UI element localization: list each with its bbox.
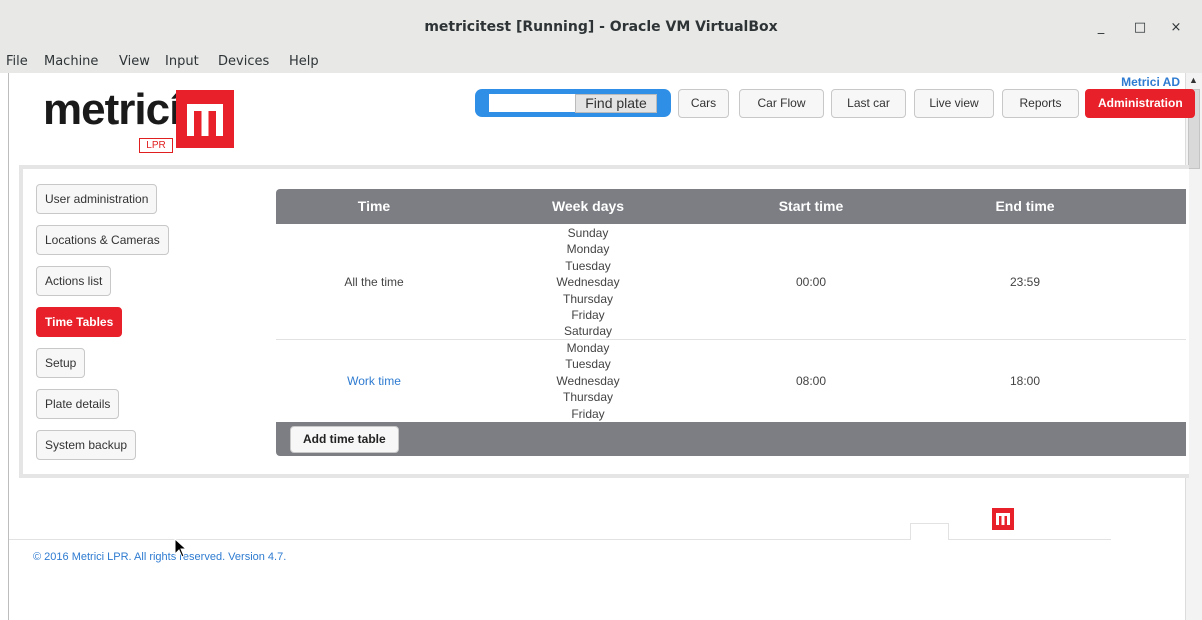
menu-input[interactable]: Input [165,54,199,69]
start-time: 00:00 [795,275,827,289]
sidebar-system-backup[interactable]: System backup [36,430,137,460]
end-time: 18:00 [1009,374,1041,388]
week-days-cell: Sunday Monday Tuesday Wednesday Thursday… [472,225,704,340]
week-day: Friday [571,308,605,323]
window-title: metricitest [Running] - Oracle VM Virtua… [424,19,778,35]
start-time-cell: 00:00 [704,224,918,340]
menu-view[interactable]: View [119,54,150,69]
table-row: Work time Monday Tuesday Wednesday Thurs… [276,340,1186,422]
sidebar-actions-list[interactable]: Actions list [36,266,112,296]
sidebar-user-administration[interactable]: User administration [36,184,158,214]
nav-live-view[interactable]: Live view [914,89,994,118]
footer-logo-icon [986,503,1022,535]
menu-help[interactable]: Help [289,54,319,69]
start-time: 08:00 [795,374,827,388]
user-label[interactable]: Metrici AD [1121,75,1180,89]
close-button[interactable]: × [1166,20,1186,35]
nav-cars[interactable]: Cars [678,89,729,118]
menu-machine[interactable]: Machine [44,54,98,69]
time-name-link[interactable]: Work time [347,374,401,388]
sidebar-plate-details[interactable]: Plate details [36,389,120,419]
sidebar-setup[interactable]: Setup [36,348,86,378]
vm-viewport: Metrici AD ▲ metricí LPR Find plate Cars… [8,73,1202,620]
sidebar-time-tables[interactable]: Time Tables [36,307,123,337]
time-name-cell: Work time [276,340,472,422]
week-days-cell: Monday Tuesday Wednesday Thursday Friday [472,340,704,422]
week-day: Thursday [562,390,614,405]
end-time-cell: 18:00 [918,340,1132,422]
logo-subtext: LPR [139,138,173,153]
logo-text: metricí [43,85,181,134]
nav-last-car[interactable]: Last car [831,89,906,118]
mouse-cursor-icon [174,538,188,558]
table-row: All the time Sunday Monday Tuesday Wedne… [276,224,1186,340]
week-day: Friday [571,406,605,421]
nav-administration[interactable]: Administration [1085,89,1195,118]
week-day: Wednesday [556,373,620,388]
menubar: File Machine View Input Devices Help [0,51,1202,73]
footer-tab [910,523,949,540]
week-day: Monday [566,341,610,355]
copyright-text: © 2016 Metrici LPR. All rights reserved.… [33,551,287,563]
time-name-cell: All the time [276,224,472,340]
nav-car-flow[interactable]: Car Flow [739,89,824,118]
table-footer: Add time table [276,422,1186,456]
maximize-button[interactable]: □ [1130,20,1150,35]
window-titlebar: metricitest [Running] - Oracle VM Virtua… [0,0,1202,52]
end-time: 23:59 [1009,275,1041,289]
end-time-cell: 23:59 [918,224,1132,340]
sidebar-locations-cameras[interactable]: Locations & Cameras [36,225,169,255]
table-header: Time Week days Start time End time [276,189,1186,224]
week-day: Sunday [567,226,609,240]
time-name: All the time [344,275,404,289]
menu-file[interactable]: File [6,54,28,69]
column-header-start-time: Start time [778,198,844,214]
nav-reports[interactable]: Reports [1002,89,1079,118]
column-header-end-time: End time [995,198,1055,214]
week-day: Thursday [562,291,614,306]
find-plate-button[interactable]: Find plate [575,94,657,113]
week-day: Tuesday [565,258,611,273]
scroll-up-icon[interactable]: ▲ [1189,75,1198,85]
week-day: Saturday [563,324,613,339]
column-header-time: Time [357,198,391,214]
plate-search-input[interactable] [489,94,585,112]
column-header-week-days: Week days [551,198,625,214]
start-time-cell: 08:00 [704,340,918,422]
week-day: Wednesday [556,275,620,290]
week-day: Monday [566,242,610,257]
logo-mark-icon [176,90,234,148]
menu-devices[interactable]: Devices [218,54,269,69]
add-time-table-button[interactable]: Add time table [290,426,399,453]
week-day: Tuesday [565,357,611,372]
plate-search: Find plate [475,89,671,117]
minimize-button[interactable]: _ [1091,20,1111,35]
